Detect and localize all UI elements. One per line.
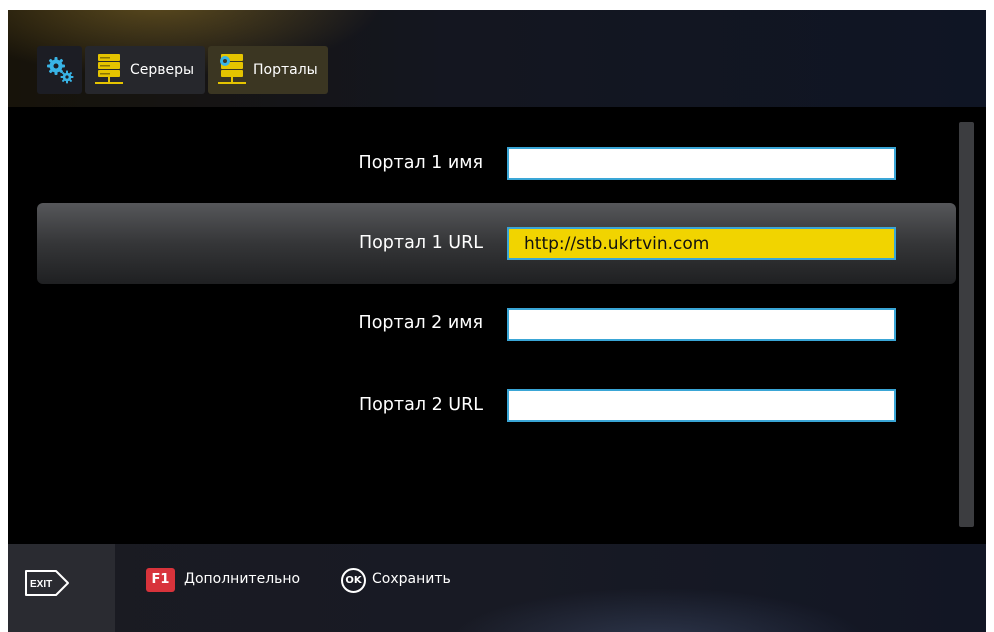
field-label: Портал 1 имя: [358, 153, 483, 173]
server-stack-gear-icon: [217, 52, 247, 88]
ok-key-badge[interactable]: OK: [341, 568, 366, 593]
screen: Серверы Порталы Портал 1 имя Портал 1 UR…: [8, 10, 986, 632]
server-stack-icon: [94, 52, 124, 88]
tab-servers-label: Серверы: [130, 62, 195, 78]
settings-form: Портал 1 имя Портал 1 URL Портал 2 имя П…: [8, 107, 986, 544]
tab-portals-label: Порталы: [253, 62, 318, 78]
top-bar: Серверы Порталы: [8, 10, 986, 107]
tab-servers[interactable]: Серверы: [85, 46, 205, 94]
f1-key-badge[interactable]: F1: [146, 568, 175, 592]
exit-label: EXIT: [30, 579, 52, 590]
portal-2-name-input[interactable]: [507, 308, 896, 341]
bottom-bar: EXIT F1 Дополнительно OK Сохранить: [8, 544, 986, 632]
portal-1-name-input[interactable]: [507, 147, 896, 180]
ok-hint-label: Сохранить: [372, 571, 451, 587]
field-label: Портал 1 URL: [358, 233, 483, 253]
tab-portals[interactable]: Порталы: [208, 46, 328, 94]
f1-hint-label: Дополнительно: [184, 571, 301, 587]
exit-panel: EXIT: [8, 544, 115, 632]
tab-settings[interactable]: [37, 46, 82, 94]
scrollbar[interactable]: [959, 122, 974, 527]
gears-icon: [45, 55, 75, 85]
portal-2-url-input[interactable]: [507, 389, 896, 422]
portal-1-url-input[interactable]: [507, 227, 896, 260]
exit-button[interactable]: EXIT: [24, 568, 71, 598]
field-label: Портал 2 имя: [358, 313, 483, 333]
field-label: Портал 2 URL: [358, 395, 483, 415]
